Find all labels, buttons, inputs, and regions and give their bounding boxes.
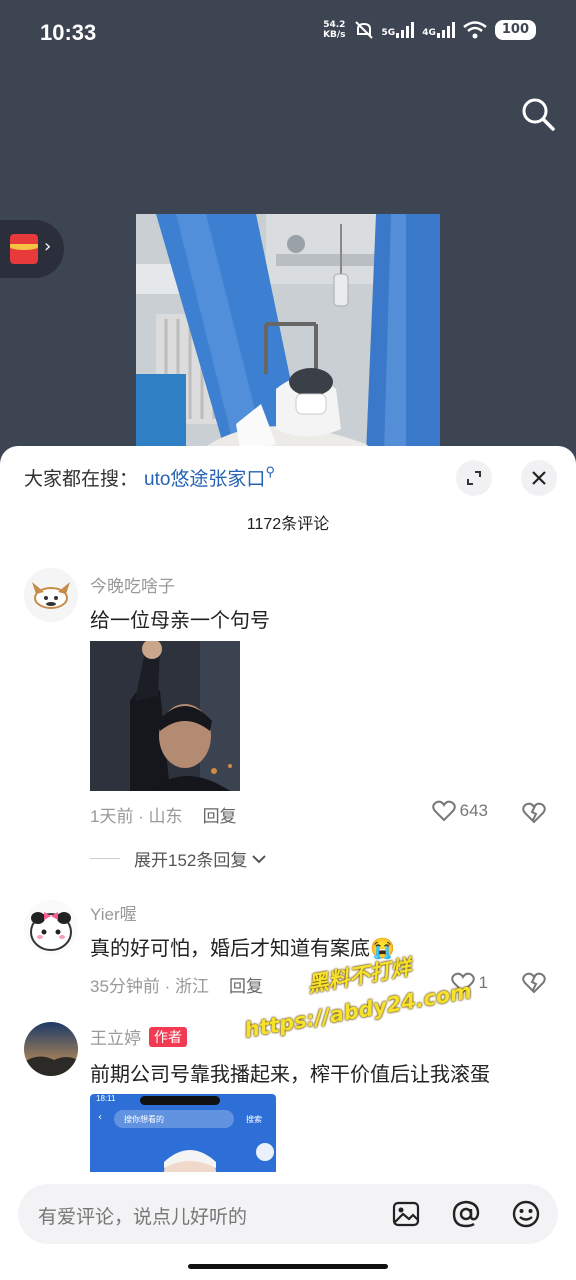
- dislike-heart-icon[interactable]: [522, 802, 546, 824]
- chevron-right-icon: ›: [44, 236, 52, 257]
- avatar[interactable]: [24, 1022, 78, 1076]
- close-button[interactable]: [521, 460, 557, 496]
- signal-4g: 4G: [422, 22, 455, 38]
- video-image: [136, 214, 440, 454]
- status-time: 10:33: [40, 20, 97, 45]
- comment-input-placeholder: 有爱评论，说点儿好听的: [38, 1207, 248, 1228]
- comment-image[interactable]: 18:11 搜你想看的 搜索 ‹: [90, 1094, 276, 1172]
- avatar[interactable]: [24, 900, 78, 954]
- comment-username[interactable]: Yier喔: [90, 900, 137, 925]
- video-frame[interactable]: [136, 214, 440, 454]
- status-icons: 54.2 KB/s 5G 4G 100: [323, 20, 536, 40]
- avatar[interactable]: [24, 568, 78, 622]
- emoji-icon[interactable]: [510, 1198, 542, 1230]
- comment-count: 1172条评论: [246, 516, 330, 533]
- chevron-down-icon: [252, 854, 267, 863]
- comment-username[interactable]: 今晚吃啥子: [90, 572, 175, 597]
- mention-icon[interactable]: [450, 1198, 482, 1230]
- trending-keyword-link[interactable]: uto悠途张家口: [144, 469, 265, 490]
- comment-text: 前期公司号靠我播起来，榨干价值后让我滚蛋: [90, 1064, 490, 1086]
- heart-icon: [431, 800, 456, 822]
- like-count: 643: [459, 801, 488, 820]
- author-badge: 作者: [149, 1027, 187, 1047]
- expand-icon: [467, 471, 481, 485]
- close-icon: [532, 471, 546, 485]
- signal-5g: 5G: [382, 22, 415, 38]
- red-envelope-icon: [10, 234, 38, 264]
- like-count: 1: [478, 973, 488, 992]
- search-small-icon: ⚲: [265, 464, 275, 479]
- trending-search[interactable]: 大家都在搜： uto悠途张家口⚲: [24, 464, 275, 491]
- net-speed: 54.2 KB/s: [323, 20, 346, 40]
- image-picker-icon[interactable]: [390, 1198, 422, 1230]
- like-button[interactable]: 643: [431, 800, 488, 822]
- comment-username[interactable]: 王立婷 作者: [90, 1024, 187, 1049]
- dislike-heart-icon[interactable]: [522, 972, 546, 994]
- divider-line: [90, 858, 120, 859]
- status-bar: 10:33 54.2 KB/s 5G 4G 100: [0, 0, 576, 66]
- battery-indicator: 100: [494, 20, 536, 40]
- mute-bell-icon: [354, 21, 373, 39]
- wifi-icon: [463, 21, 487, 39]
- expand-sheet-button[interactable]: [456, 460, 492, 496]
- comment-image[interactable]: [90, 641, 240, 791]
- comment-text: 真的好可怕，婚后才知道有案底😭: [90, 938, 395, 960]
- red-packet-button[interactable]: ›: [0, 220, 64, 278]
- search-icon[interactable]: [518, 94, 558, 134]
- comment-text: 给一位母亲一个句号: [90, 610, 270, 632]
- home-indicator[interactable]: [188, 1264, 388, 1269]
- reply-button[interactable]: 回复: [203, 807, 237, 826]
- comment-meta: 1天前 · 山东 回复: [90, 807, 237, 826]
- comment-sheet: 大家都在搜： uto悠途张家口⚲ 1172条评论: [0, 446, 576, 1280]
- expand-replies-button[interactable]: 展开152条回复: [90, 846, 267, 871]
- comment-input[interactable]: 有爱评论，说点儿好听的: [18, 1184, 558, 1244]
